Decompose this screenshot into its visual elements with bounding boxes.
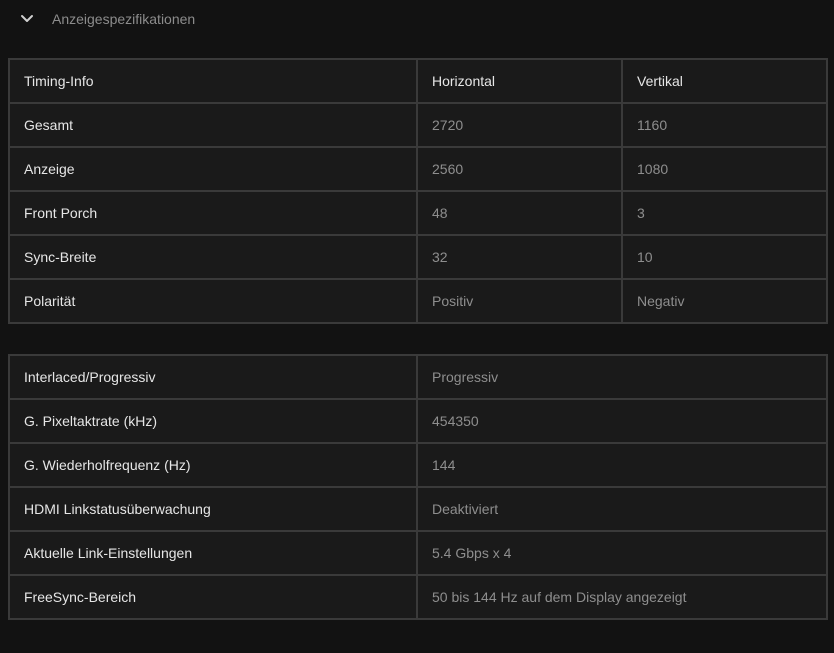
row-label: Polarität [8,278,418,324]
table-row: Front Porch 48 3 [8,190,828,236]
row-label: Aktuelle Link-Einstellungen [8,530,418,576]
table-row: Interlaced/Progressiv Progressiv [8,354,828,400]
row-value: 144 [416,442,828,488]
chevron-down-icon [18,10,36,28]
vertical-value: 10 [621,234,828,280]
horizontal-value: 2560 [416,146,623,192]
table-row: HDMI Linkstatusüberwachung Deaktiviert [8,486,828,532]
table-row: G. Wiederholfrequenz (Hz) 144 [8,442,828,488]
row-label: G. Pixeltaktrate (kHz) [8,398,418,444]
table-row: Anzeige 2560 1080 [8,146,828,192]
column-header-timing-info: Timing-Info [8,58,418,104]
row-value: 454350 [416,398,828,444]
table-row: Gesamt 2720 1160 [8,102,828,148]
row-value: 50 bis 144 Hz auf dem Display angezeigt [416,574,828,620]
vertical-value: 3 [621,190,828,236]
section-toggle-display-specs[interactable]: Anzeigespezifikationen [18,8,195,30]
horizontal-value: 2720 [416,102,623,148]
table-row: Aktuelle Link-Einstellungen 5.4 Gbps x 4 [8,530,828,576]
row-label: Anzeige [8,146,418,192]
horizontal-value: 32 [416,234,623,280]
row-label: Gesamt [8,102,418,148]
link-info-table: Interlaced/Progressiv Progressiv G. Pixe… [8,354,828,620]
timing-info-table: Timing-Info Horizontal Vertikal Gesamt 2… [8,58,828,324]
row-value: Deaktiviert [416,486,828,532]
row-label: Front Porch [8,190,418,236]
vertical-value: 1160 [621,102,828,148]
column-header-vertical: Vertikal [621,58,828,104]
horizontal-value: Positiv [416,278,623,324]
row-label: HDMI Linkstatusüberwachung [8,486,418,532]
row-label: Sync-Breite [8,234,418,280]
vertical-value: Negativ [621,278,828,324]
table-row: Polarität Positiv Negativ [8,278,828,324]
row-value: 5.4 Gbps x 4 [416,530,828,576]
table-header-row: Timing-Info Horizontal Vertikal [8,58,828,104]
row-label: Interlaced/Progressiv [8,354,418,400]
column-header-horizontal: Horizontal [416,58,623,104]
horizontal-value: 48 [416,190,623,236]
row-label: FreeSync-Bereich [8,574,418,620]
table-row: FreeSync-Bereich 50 bis 144 Hz auf dem D… [8,574,828,620]
table-row: G. Pixeltaktrate (kHz) 454350 [8,398,828,444]
table-row: Sync-Breite 32 10 [8,234,828,280]
section-title: Anzeigespezifikationen [52,11,196,27]
vertical-value: 1080 [621,146,828,192]
row-value: Progressiv [416,354,828,400]
row-label: G. Wiederholfrequenz (Hz) [8,442,418,488]
